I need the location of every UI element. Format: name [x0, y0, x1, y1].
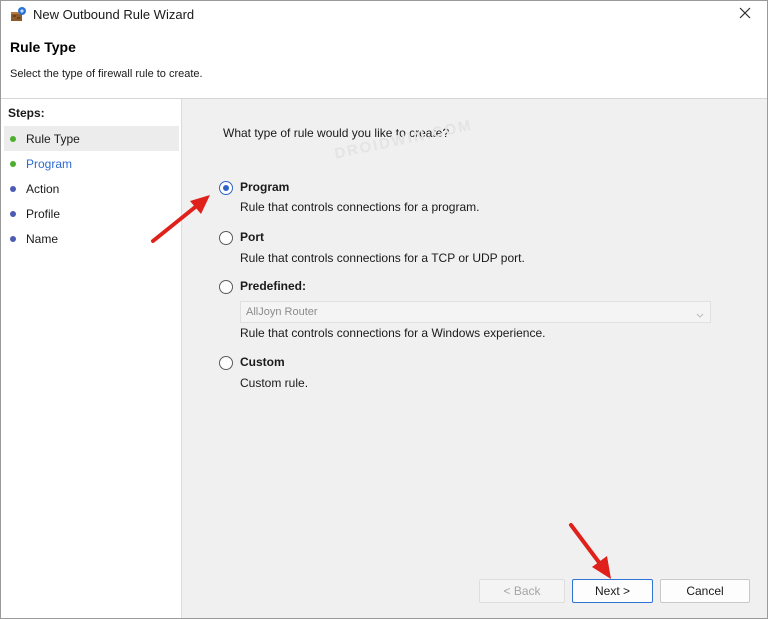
content-panel: What type of rule would you like to crea…	[183, 99, 767, 618]
option-custom[interactable]: Custom Custom rule.	[219, 355, 719, 390]
close-button[interactable]	[723, 1, 767, 28]
page-subtitle: Select the type of firewall rule to crea…	[10, 68, 203, 80]
predefined-select[interactable]: AllJoyn Router	[240, 301, 711, 323]
cancel-button[interactable]: Cancel	[660, 579, 750, 603]
select-value: AllJoyn Router	[246, 306, 318, 318]
option-description: Rule that controls connections for a Win…	[240, 326, 546, 340]
step-complete-dot-icon	[10, 160, 16, 167]
step-pending-dot-icon	[10, 210, 16, 217]
option-port[interactable]: Port Rule that controls connections for …	[219, 230, 719, 265]
step-label: Name	[26, 231, 59, 246]
close-icon	[739, 7, 751, 22]
option-program[interactable]: Program Rule that controls connections f…	[219, 180, 719, 214]
option-label: Port	[240, 230, 264, 244]
step-pending-dot-icon	[10, 235, 16, 242]
annotation-arrow-icon	[151, 195, 210, 243]
port-radio[interactable]	[219, 231, 233, 245]
annotation-arrow-icon	[569, 523, 611, 579]
step-complete-dot-icon	[10, 135, 16, 142]
custom-radio[interactable]	[219, 356, 233, 370]
predefined-description-wrap: Rule that controls connections for a Win…	[219, 326, 719, 342]
option-label: Custom	[240, 355, 285, 369]
predefined-radio[interactable]	[219, 280, 233, 294]
page-title: Rule Type	[10, 39, 76, 55]
option-description: Custom rule.	[240, 376, 309, 390]
step-item-rule-type[interactable]: Rule Type	[4, 126, 179, 151]
chevron-down-icon	[696, 308, 704, 322]
step-label: Program	[26, 156, 73, 171]
option-predefined[interactable]: Predefined:	[219, 279, 719, 300]
step-label: Rule Type	[26, 131, 80, 146]
option-description: Rule that controls connections for a pro…	[240, 200, 480, 214]
title-bar[interactable]: New Outbound Rule Wizard	[1, 1, 767, 28]
step-label: Action	[26, 181, 60, 196]
steps-heading: Steps:	[8, 106, 45, 120]
firewall-wizard-icon	[10, 6, 27, 22]
option-label: Program	[240, 180, 290, 194]
window-title: New Outbound Rule Wizard	[33, 7, 195, 22]
program-radio[interactable]	[219, 181, 233, 195]
back-button[interactable]: < Back	[479, 579, 565, 603]
steps-panel: Steps: Rule Type Program Action Profile …	[1, 99, 182, 618]
step-pending-dot-icon	[10, 185, 16, 192]
wizard-window: New Outbound Rule Wizard Rule Type Selec…	[0, 0, 768, 619]
wizard-header: Rule Type Select the type of firewall ru…	[1, 28, 767, 99]
option-description: Rule that controls connections for a TCP…	[240, 251, 525, 265]
step-item-program[interactable]: Program	[4, 151, 179, 176]
step-label: Profile	[26, 206, 61, 221]
option-label: Predefined:	[240, 279, 307, 293]
